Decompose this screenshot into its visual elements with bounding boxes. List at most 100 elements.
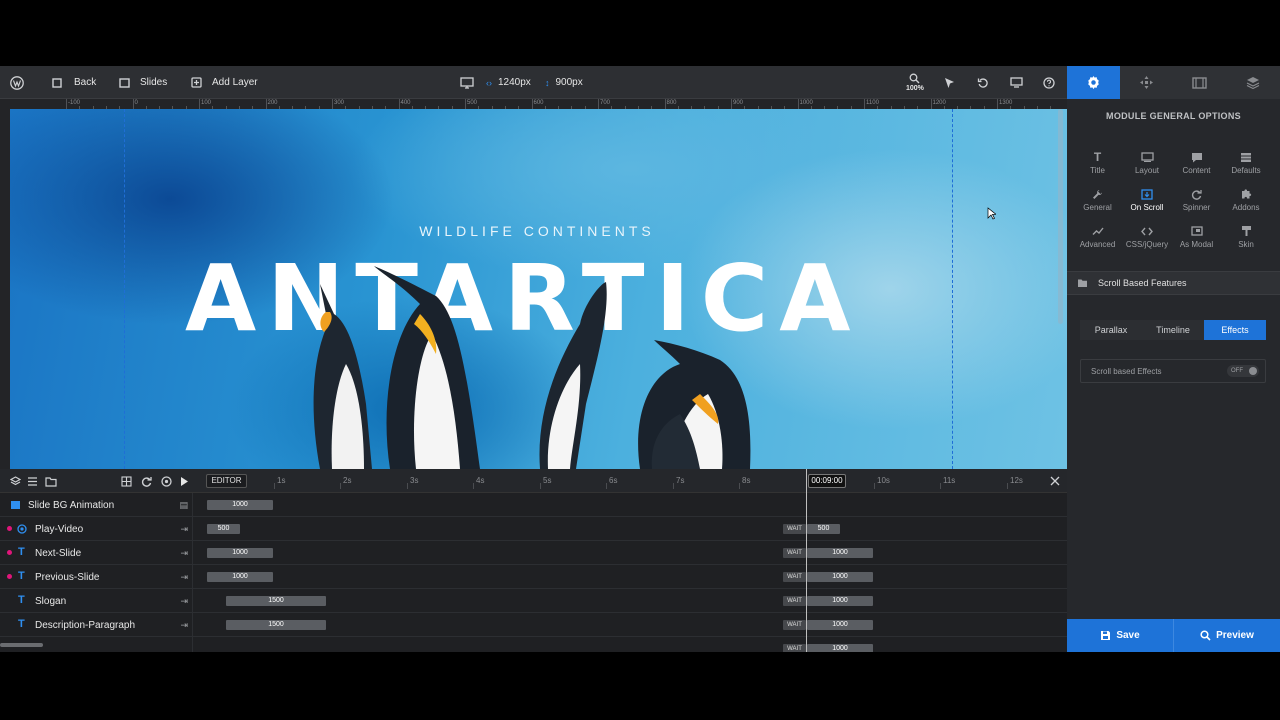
wait-label[interactable]: WAIT [783, 572, 806, 582]
option-layout[interactable]: Layout [1123, 148, 1172, 182]
save-button[interactable]: Save [1067, 619, 1173, 652]
layer-name-cell[interactable]: T Description-Paragraph ⇥ [0, 613, 193, 637]
layer-end-bar[interactable]: 1000 [807, 596, 873, 606]
ruler-label: 100 [201, 100, 212, 106]
layer-image-icon[interactable]: ▤ [179, 500, 188, 511]
timeline-layer-row[interactable]: T Previous-Slide ⇥ 1000 WAIT 1000 [0, 565, 1067, 589]
speed-icon[interactable] [161, 476, 172, 487]
layer-start-bar[interactable]: 1000 [207, 500, 273, 510]
layer-end-bar[interactable]: 1000 [807, 548, 873, 558]
option-on-scroll[interactable]: On Scroll [1123, 185, 1172, 219]
option-content[interactable]: Content [1172, 148, 1221, 182]
layer-end-icon[interactable]: ⇥ [180, 572, 188, 583]
subtab-effects[interactable]: Effects [1204, 320, 1266, 340]
current-time-display[interactable]: 00:09:00 [808, 474, 846, 488]
close-icon[interactable] [1050, 476, 1060, 486]
grid-snap-icon[interactable] [121, 476, 132, 487]
slide-settings-icon [1192, 76, 1207, 89]
slogan-layer[interactable]: WILDLIFE CONTINENTS [167, 223, 907, 239]
subtab-timeline[interactable]: Timeline [1142, 320, 1204, 340]
timeline-horizontal-scrollbar[interactable] [0, 643, 43, 647]
select-pointer-icon[interactable] [944, 66, 955, 99]
option-skin[interactable]: Skin [1222, 222, 1271, 256]
layer-start-bar[interactable]: 1000 [207, 572, 273, 582]
back-button[interactable]: Back [52, 66, 96, 99]
stack-icon [1246, 77, 1260, 89]
subtab-parallax[interactable]: Parallax [1080, 320, 1142, 340]
layer-name-cell[interactable]: T Slogan ⇥ [0, 589, 193, 613]
timeline-layer-row[interactable]: Play-Video ⇥ 500 WAIT 500 [0, 517, 1067, 541]
layer-end-icon[interactable]: ⇥ [180, 620, 188, 631]
layer-end-icon[interactable]: ⇥ [180, 548, 188, 559]
help-icon[interactable] [1043, 66, 1055, 99]
ruler-major-tick [332, 99, 333, 109]
device-desktop-icon[interactable] [460, 66, 474, 99]
option-advanced[interactable]: Advanced [1073, 222, 1122, 256]
tab-slide-settings[interactable] [1173, 66, 1226, 99]
timeline-layer-row[interactable]: T Description-Paragraph ⇥ 1500 WAIT 1000 [0, 613, 1067, 637]
add-layer-button[interactable]: Add Layer [191, 66, 258, 99]
timeline-layer-row[interactable]: Slide BG Animation ▤ 1000 [0, 493, 1067, 517]
timeline-layer-row[interactable]: T Slogan ⇥ 1500 WAIT 1000 [0, 589, 1067, 613]
preview-device-icon[interactable] [1010, 66, 1023, 99]
layer-end-bar[interactable]: 500 [807, 524, 840, 534]
play-icon[interactable] [180, 476, 189, 487]
layer-start-bar[interactable]: 1500 [226, 620, 326, 630]
scroll-icon [1123, 185, 1172, 203]
layer-start-bar[interactable]: 500 [207, 524, 240, 534]
scroll-effects-label: Scroll based Effects [1091, 366, 1162, 376]
layer-end-icon[interactable]: ⇥ [180, 524, 188, 535]
penguins-image[interactable] [280, 254, 780, 469]
option-as-modal[interactable]: As Modal [1172, 222, 1221, 256]
toggle-knob [1249, 367, 1257, 375]
zoom-control[interactable]: 100% [906, 66, 924, 99]
layer-start-bar[interactable]: 1500 [226, 596, 326, 606]
option-label: Content [1182, 166, 1211, 175]
preview-button[interactable]: Preview [1174, 619, 1280, 652]
option-spinner[interactable]: Spinner [1172, 185, 1221, 219]
slide-canvas[interactable]: WILDLIFE CONTINENTS ANTARTICA [10, 109, 1067, 469]
option-css-jquery[interactable]: CSS/jQuery [1123, 222, 1172, 256]
editor-badge[interactable]: EDITOR [206, 474, 247, 488]
layer-end-bar[interactable]: 1000 [807, 572, 873, 582]
layers-icon[interactable] [10, 476, 21, 487]
layer-end-bar[interactable]: 1000 [807, 620, 873, 630]
width-field[interactable]: ‹› 1240px [486, 66, 531, 99]
timeline-layer-row[interactable]: T Next-Slide ⇥ 1000 WAIT 1000 [0, 541, 1067, 565]
slides-button[interactable]: Slides [119, 66, 167, 99]
option-general[interactable]: General [1073, 185, 1122, 219]
wordpress-logo-icon[interactable] [10, 66, 24, 99]
layer-name-cell[interactable]: Play-Video ⇥ [0, 517, 193, 541]
layer-name-cell[interactable]: Slide BG Animation ▤ [0, 493, 193, 517]
height-field[interactable]: ↕ 900px [545, 66, 583, 99]
canvas-vertical-scrollbar[interactable] [1058, 109, 1063, 324]
wait-label[interactable]: WAIT [783, 524, 806, 534]
folder-icon[interactable] [45, 476, 57, 487]
layer-end-bar[interactable]: 1000 [807, 644, 873, 652]
loop-icon[interactable] [141, 476, 152, 487]
option-defaults[interactable]: Defaults [1222, 148, 1271, 182]
ruler-label: 300 [334, 100, 345, 106]
layer-name-cell[interactable]: T Previous-Slide ⇥ [0, 565, 193, 589]
undo-icon[interactable] [977, 66, 989, 99]
time-label: 4s [476, 476, 485, 485]
wait-label[interactable]: WAIT [783, 620, 806, 630]
timeline-layer-row[interactable]: WAIT 1000 [0, 637, 1067, 652]
option-title[interactable]: T Title [1073, 148, 1122, 182]
list-icon[interactable] [27, 476, 38, 487]
layer-name-cell[interactable]: T Next-Slide ⇥ [0, 541, 193, 565]
wait-label[interactable]: WAIT [783, 644, 806, 652]
layer-end-icon[interactable]: ⇥ [180, 596, 188, 607]
wait-label[interactable]: WAIT [783, 548, 806, 558]
scroll-effects-toggle[interactable]: OFF [1227, 365, 1259, 377]
tab-layer-settings[interactable] [1226, 66, 1280, 99]
option-addons[interactable]: Addons [1222, 185, 1271, 219]
tab-navigation[interactable] [1120, 66, 1173, 99]
ruler-label: 0 [134, 100, 138, 106]
layer-start-bar[interactable]: 1000 [207, 548, 273, 558]
timeline-playhead[interactable] [806, 469, 807, 652]
scroll-features-section[interactable]: Scroll Based Features [1067, 271, 1280, 295]
tab-module-settings[interactable] [1067, 66, 1120, 99]
back-label: Back [74, 77, 97, 88]
wait-label[interactable]: WAIT [783, 596, 806, 606]
